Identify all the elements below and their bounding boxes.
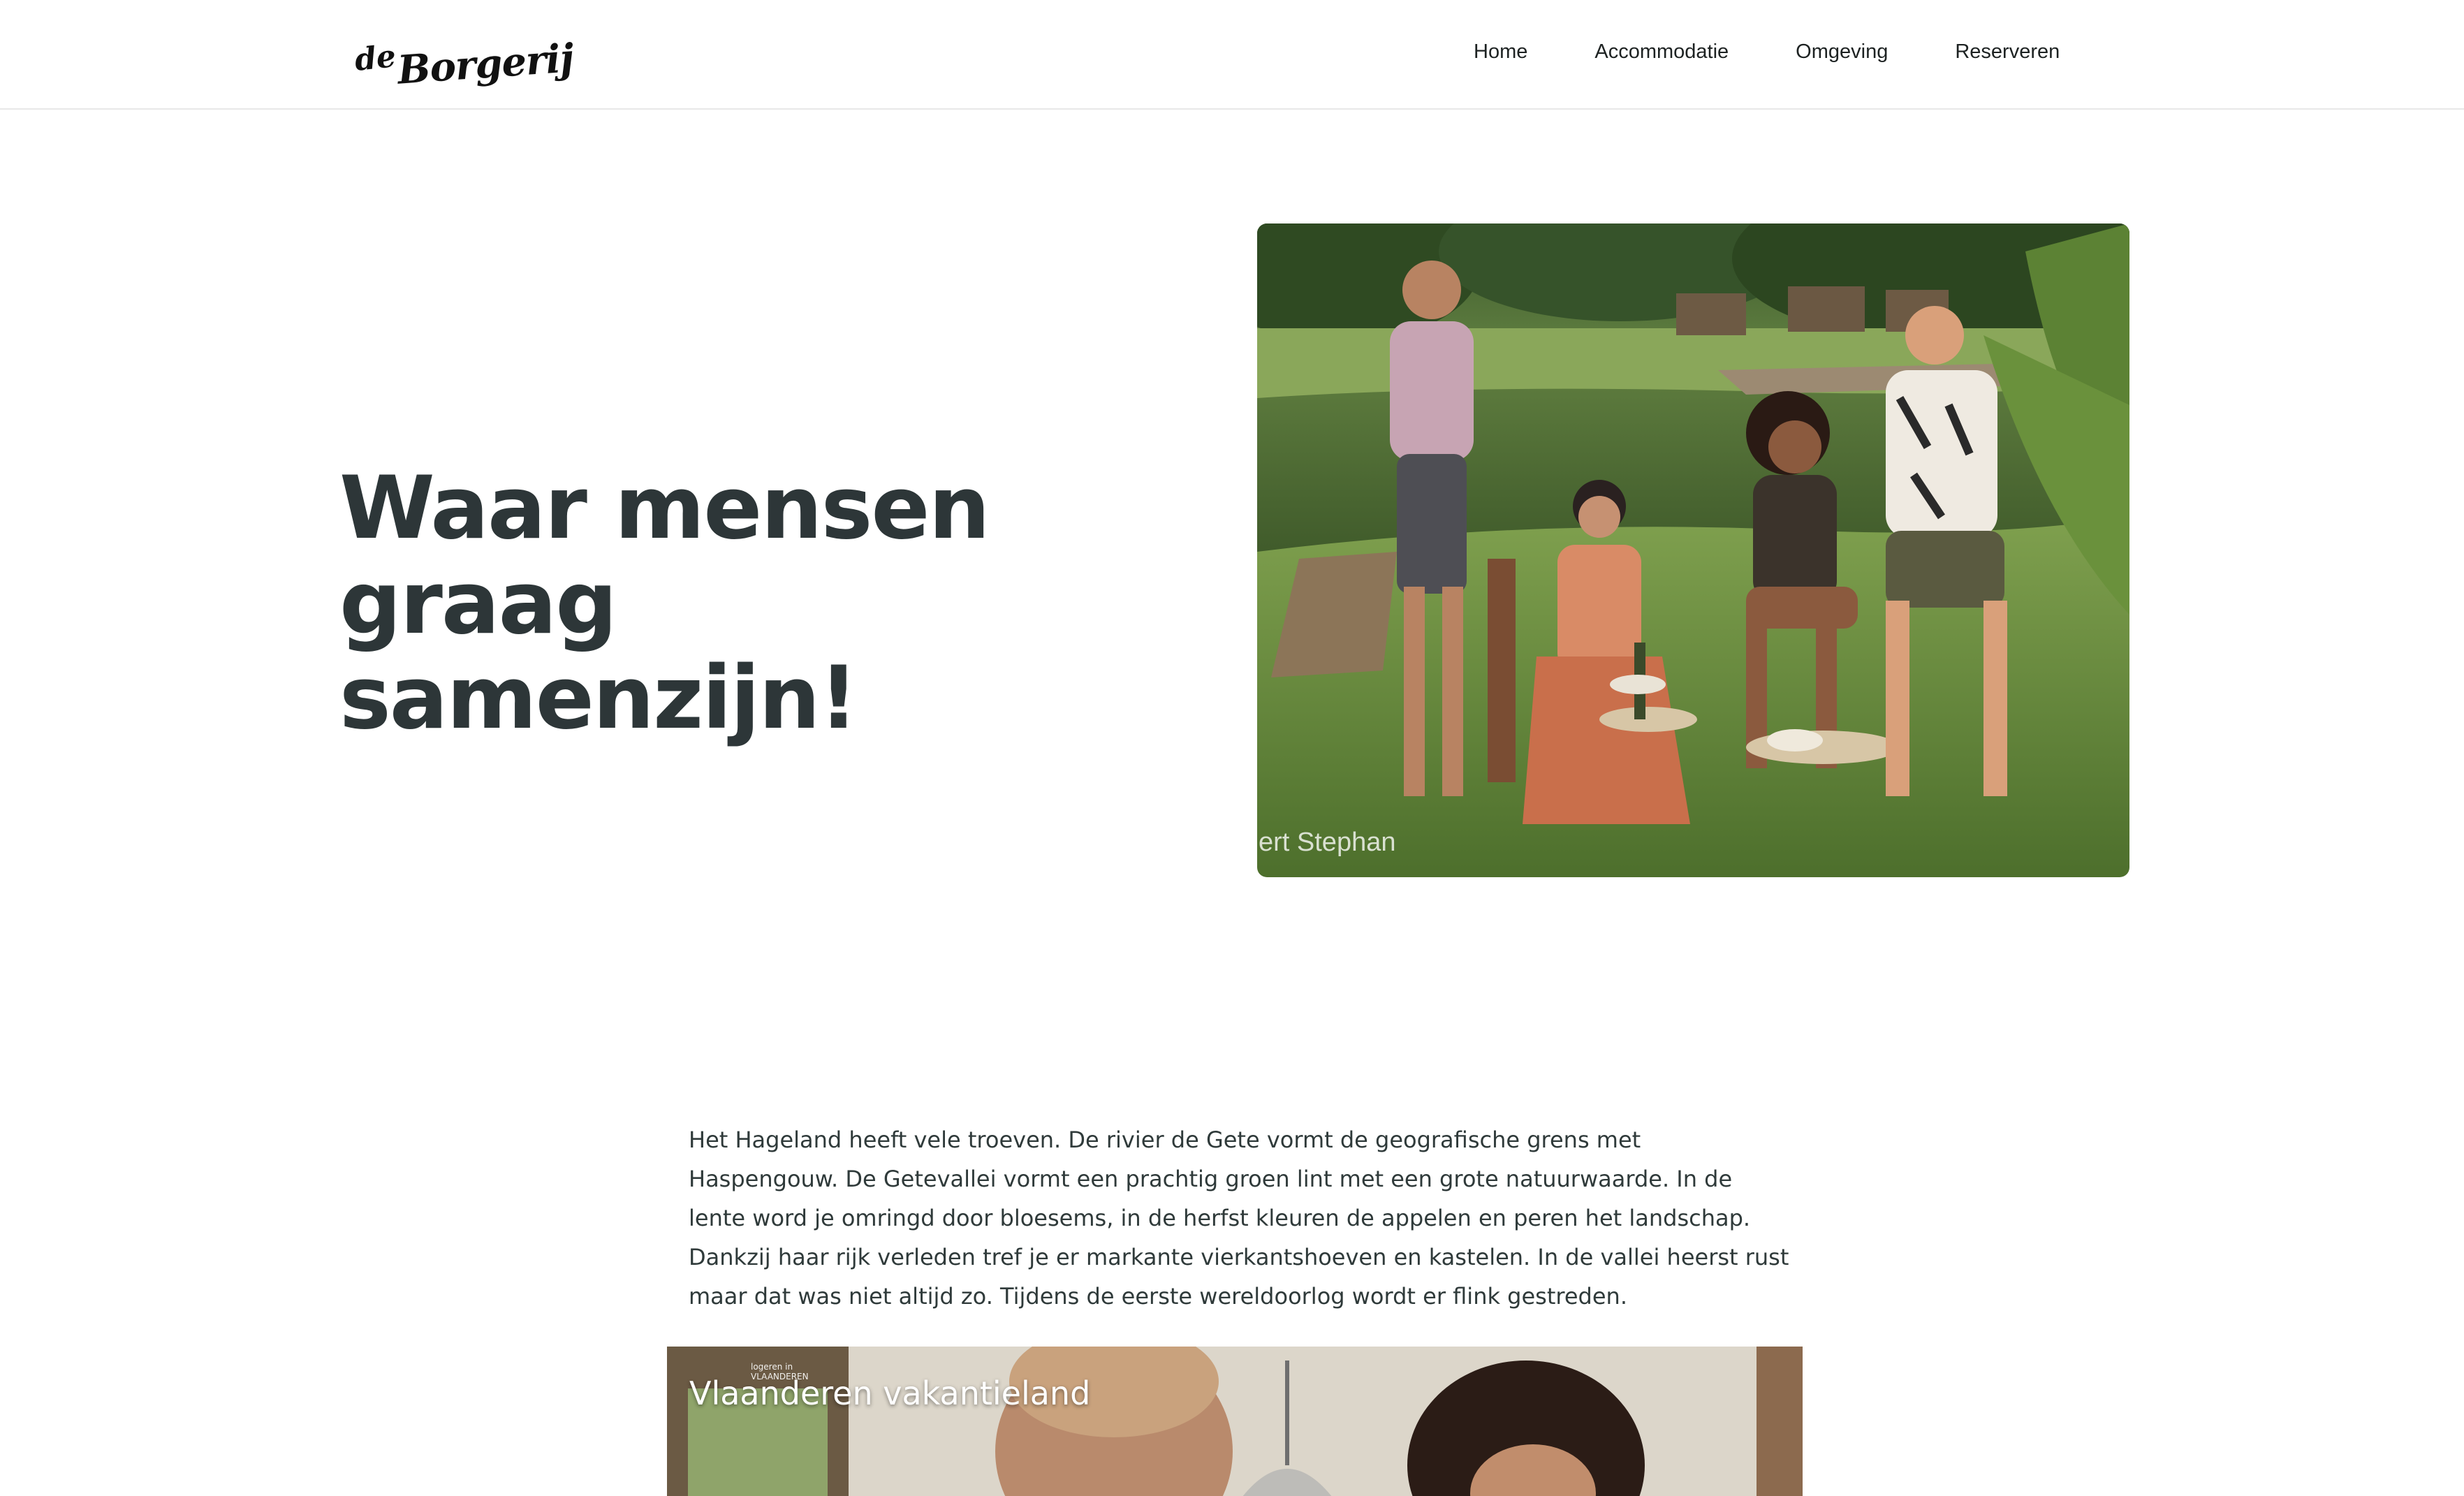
video-player[interactable]: logeren in VLAANDEREN Vlaanderen vakanti… [667,1347,1803,1496]
nav-item-reserveren[interactable]: Reserveren [1955,41,2060,64]
video-thumbnail [667,1347,1803,1496]
hero-photo-illustration [1257,223,2129,877]
nav-item-home[interactable]: Home [1474,41,1527,64]
hero-title: Waar mensen graag samenzijn! [339,461,1108,746]
main-nav: Home Accommodatie Omgeving Reserveren [1474,35,2060,68]
logo-prefix: de [353,38,398,78]
hero-title-line-2: graag samenzijn! [339,553,858,749]
photo-credit: ert Stephan [1259,828,1396,857]
hero-title-line-1: Waar mensen [339,458,990,559]
nav-item-accommodatie[interactable]: Accommodatie [1594,41,1729,64]
page: de Borgerij Home Accommodatie Omgeving R… [0,0,2464,1496]
site-header: de Borgerij Home Accommodatie Omgeving R… [0,0,2464,110]
nav-item-omgeving[interactable]: Omgeving [1796,41,1888,64]
hero-photo: ert Stephan [1257,223,2129,877]
video-badge-line-1: logeren in [751,1362,793,1372]
intro-paragraph: Het Hageland heeft vele troeven. De rivi… [689,1127,1789,1310]
video-title[interactable]: Vlaanderen vakantieland [689,1374,1090,1412]
site-logo[interactable]: de Borgerij [353,28,574,93]
logo-name: Borgerij [395,35,575,94]
